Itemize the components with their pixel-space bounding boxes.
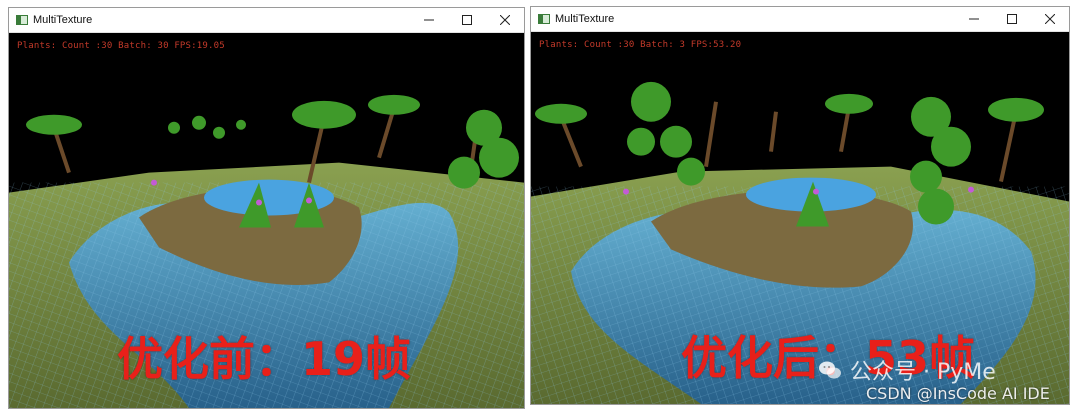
wechat-watermark: 公众号 · PyMe — [818, 354, 996, 386]
hud-stats: Plants: Count :30 Batch: 3 FPS:53.20 — [539, 40, 742, 50]
fps-caption: 优化前：19帧 — [117, 332, 412, 386]
maximize-button[interactable] — [993, 7, 1031, 31]
window-title: MultiTexture — [33, 14, 93, 26]
render-viewport[interactable]: Plants: Count :30 Batch: 3 FPS:53.20 优化后… — [531, 32, 1069, 404]
minimize-icon — [969, 18, 979, 20]
right-titlebar[interactable]: MultiTexture — [531, 7, 1069, 32]
app-icon — [16, 15, 28, 25]
right-app-window: MultiTexture Plants: Count:30 Batch: 3 … — [530, 6, 1070, 405]
minimize-button[interactable] — [955, 7, 993, 31]
close-button[interactable] — [486, 8, 524, 32]
close-button[interactable] — [1031, 7, 1069, 31]
maximize-icon — [1007, 14, 1017, 24]
left-app-window: MultiTexture Plants: Count:30 Batch: 30… — [8, 7, 525, 409]
minimize-icon — [424, 19, 434, 21]
minimize-button[interactable] — [410, 8, 448, 32]
window-controls — [955, 7, 1069, 31]
close-icon — [1045, 14, 1055, 24]
window-controls — [410, 8, 524, 32]
maximize-icon — [462, 15, 472, 25]
wechat-icon — [819, 361, 841, 379]
screenshot-stage: MultiTexture Plants: Count:30 Batch: 30… — [0, 0, 1080, 411]
csdn-watermark: CSDN @InsCode AI IDE — [866, 384, 1050, 403]
app-icon — [538, 14, 550, 24]
render-viewport[interactable]: Plants: Count :30 Batch: 30 FPS:19.05 优化… — [9, 33, 524, 408]
left-titlebar[interactable]: MultiTexture — [9, 8, 524, 33]
hud-stats: Plants: Count :30 Batch: 30 FPS:19.05 — [17, 41, 225, 51]
watermark-line1: 公众号 · PyMe — [850, 360, 996, 385]
close-icon — [500, 15, 510, 25]
maximize-button[interactable] — [448, 8, 486, 32]
window-title: MultiTexture — [555, 13, 615, 25]
